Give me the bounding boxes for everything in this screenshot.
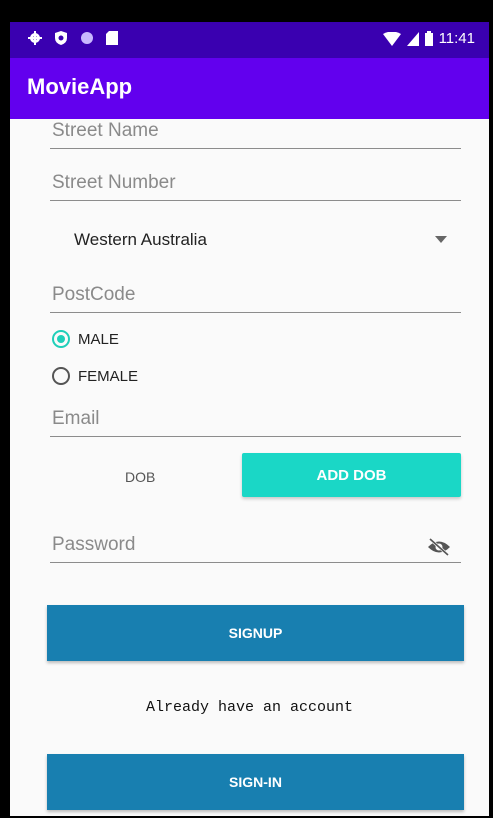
state-selected-value: Western Australia (74, 230, 207, 249)
radio-female-label: FEMALE (78, 367, 139, 385)
postcode-field[interactable]: PostCode (50, 272, 461, 313)
wifi-icon (382, 31, 401, 46)
shield-icon (55, 31, 67, 45)
status-bar: 11:41 (10, 22, 489, 58)
radio-female-indicator[interactable] (52, 367, 70, 385)
dropdown-arrow-icon (435, 236, 447, 243)
add-dob-button[interactable]: ADD DOB (242, 453, 461, 497)
signin-button[interactable]: SIGN-IN (47, 754, 464, 810)
password-field[interactable]: Password (50, 522, 461, 563)
signup-button[interactable]: SIGNUP (47, 605, 464, 661)
status-time: 11:41 (438, 30, 475, 47)
visibility-off-icon[interactable] (427, 538, 451, 556)
state-dropdown[interactable]: Western Australia (50, 220, 461, 260)
email-field[interactable]: Email (50, 396, 461, 437)
email-placeholder: Email (52, 408, 100, 429)
radio-female[interactable]: FEMALE (52, 367, 138, 385)
street-number-field[interactable]: Street Number (50, 160, 461, 201)
dob-label: DOB (125, 469, 156, 485)
dot-icon (81, 32, 93, 44)
street-name-field[interactable]: Street Name (50, 108, 461, 149)
radio-male-label: MALE (78, 330, 119, 348)
app-title: MovieApp (27, 74, 133, 99)
street-name-placeholder: Street Name (52, 120, 159, 141)
battery-icon (424, 31, 433, 46)
password-placeholder: Password (52, 534, 136, 555)
radio-male-indicator[interactable] (52, 330, 70, 348)
street-number-placeholder: Street Number (52, 172, 176, 193)
postcode-placeholder: PostCode (52, 284, 136, 305)
settings-icon (28, 31, 42, 45)
signal-icon (406, 31, 419, 46)
radio-male[interactable]: MALE (52, 330, 119, 348)
device-screen: 11:41 MovieApp Street Name Street Number… (10, 22, 489, 816)
sd-card-icon (106, 31, 118, 45)
already-have-account-text[interactable]: Already have an account (10, 699, 489, 716)
